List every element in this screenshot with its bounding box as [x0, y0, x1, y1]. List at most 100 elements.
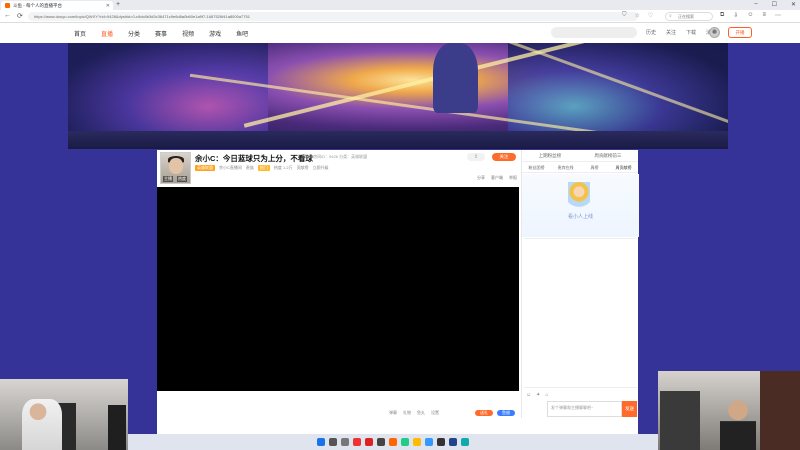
- promo-character-image: [568, 182, 590, 210]
- shield-icon[interactable]: ⛉: [622, 12, 627, 19]
- gaming-chair: [108, 405, 126, 450]
- gaming-chairs: [660, 391, 700, 450]
- room-subline: 举报 房间ID：9426 分类：英雄联盟: [304, 154, 367, 160]
- banner-floor: [68, 131, 728, 149]
- menu-icon[interactable]: ≡: [762, 12, 766, 19]
- nav-item-live[interactable]: 直播: [101, 29, 113, 38]
- nav-item-events[interactable]: 赛事: [155, 29, 167, 38]
- extensions-icon[interactable]: ⧉: [720, 12, 724, 19]
- window-controls: – ☐ ✕: [754, 1, 796, 8]
- room-tag-row: 英雄联盟 余小C直播间 贵族 热门 热度 1.2万 贡献榜 立即升级: [195, 165, 329, 171]
- share-link[interactable]: 分享: [477, 175, 485, 181]
- more-icon[interactable]: ⋯: [775, 12, 781, 19]
- download-icon[interactable]: ⇩: [733, 12, 738, 19]
- url-icons: ⛉ ☆ ♡: [622, 12, 653, 19]
- taskview-icon[interactable]: [341, 438, 349, 446]
- tab-weekly-contrib[interactable]: 周贡献榜: [609, 162, 638, 172]
- report-link[interactable]: 举报: [304, 154, 312, 159]
- gift-icon[interactable]: ⌂: [545, 392, 548, 398]
- refresh-icon[interactable]: ⟳: [17, 12, 23, 20]
- room-title: 余小C：今日蓝球只为上分，不看球: [195, 154, 313, 163]
- close-tab-icon[interactable]: ✕: [106, 3, 110, 9]
- fans-rank-link[interactable]: 上期粉丝榜: [539, 153, 562, 159]
- app-icon[interactable]: [401, 438, 409, 446]
- client-link[interactable]: 客户端: [491, 175, 503, 181]
- search-taskbar-icon[interactable]: [329, 438, 337, 446]
- new-tab-icon[interactable]: +: [116, 1, 120, 8]
- room-action-row: 分享 客户端 举报: [477, 175, 517, 181]
- bookmark-icon[interactable]: ♡: [648, 12, 653, 19]
- nav-buttons: ← ⟳: [4, 12, 23, 20]
- send-button[interactable]: 发送: [622, 401, 637, 417]
- room-name-tag[interactable]: 余小C直播间: [219, 165, 242, 171]
- danmaku-toggle[interactable]: 弹幕: [389, 410, 397, 416]
- tab-vip[interactable]: 贵宾在线: [551, 162, 580, 172]
- history-link[interactable]: 历史: [646, 29, 656, 36]
- user-avatar[interactable]: [709, 27, 720, 38]
- player-control-icons: 弹幕 礼物 鱼丸 设置: [389, 410, 439, 416]
- settings-link[interactable]: 设置: [431, 410, 439, 416]
- tab-weekly[interactable]: 周榜: [580, 162, 609, 172]
- category-tag[interactable]: 英雄联盟: [195, 165, 215, 171]
- follow-link[interactable]: 关注: [666, 29, 676, 36]
- fan-badge-icon[interactable]: ✦: [536, 392, 540, 398]
- download-link[interactable]: 下载: [686, 29, 696, 36]
- nav-item-yuba[interactable]: 鱼吧: [236, 29, 248, 38]
- sidebar-promo[interactable]: 看小人上线: [522, 174, 639, 237]
- weekly-top-link[interactable]: 周贡献榜前三: [594, 153, 621, 159]
- start-icon[interactable]: [317, 438, 325, 446]
- video-player[interactable]: [157, 187, 519, 391]
- app-icon[interactable]: [377, 438, 385, 446]
- steam-icon[interactable]: [449, 438, 457, 446]
- report-action-link[interactable]: 举报: [509, 175, 517, 181]
- minimize-icon[interactable]: –: [754, 1, 757, 8]
- promo-text: 看小人上线: [567, 214, 593, 220]
- browser-tab[interactable]: 斗鱼 - 每个人的直播平台 ✕: [1, 1, 113, 10]
- follow-button[interactable]: 关注: [492, 153, 516, 161]
- nav-item-video[interactable]: 视频: [182, 29, 194, 38]
- avatar-badge-2: 热度: [177, 176, 187, 182]
- nav-item-category[interactable]: 分类: [128, 29, 140, 38]
- contrib-link[interactable]: 贡献榜: [297, 165, 309, 171]
- share-button[interactable]: ⇪: [467, 153, 485, 161]
- star-icon[interactable]: ☆: [635, 12, 640, 19]
- url-input[interactable]: https://www.douyu.com/topic/QWXY?rid=942…: [28, 12, 638, 21]
- fish-fin-button[interactable]: 鱼翅: [497, 410, 515, 416]
- app-icon[interactable]: [461, 438, 469, 446]
- close-window-icon[interactable]: ✕: [791, 1, 796, 8]
- browser-search-input[interactable]: ⌕ 正在搜索: [665, 12, 713, 21]
- browser-search-text: 正在搜索: [678, 14, 694, 19]
- maximize-icon[interactable]: ☐: [772, 1, 777, 8]
- sidebar-tabs: 粉丝团榜 贵宾在线 周榜 周贡献榜: [522, 162, 638, 173]
- site-nav: 首页 直播 分类 赛事 视频 游戏 鱼吧: [74, 29, 248, 38]
- noble-tag[interactable]: 贵族: [246, 165, 254, 171]
- site-search-input[interactable]: [551, 27, 637, 38]
- nav-item-home[interactable]: 首页: [74, 29, 86, 38]
- site-header: 首页 直播 分类 赛事 视频 游戏 鱼吧 历史 关注 下载 消息 开播: [0, 23, 800, 43]
- chat-input[interactable]: 发个弹幕和主播聊聊吧~: [547, 401, 622, 417]
- app-icon[interactable]: [437, 438, 445, 446]
- gift-link[interactable]: 礼物: [403, 410, 411, 416]
- emoji-icon[interactable]: ☺: [526, 392, 531, 398]
- upgrade-link[interactable]: 立即升级: [313, 165, 329, 171]
- app-icon[interactable]: [389, 438, 397, 446]
- profile-icon[interactable]: ☺: [747, 12, 753, 19]
- streamer-person: [22, 399, 62, 450]
- app-icon[interactable]: [365, 438, 373, 446]
- app-icon[interactable]: [425, 438, 433, 446]
- send-gift-button[interactable]: 送礼: [475, 410, 493, 416]
- app-icon[interactable]: [353, 438, 361, 446]
- room-banner: [68, 43, 728, 149]
- back-icon[interactable]: ←: [4, 12, 11, 20]
- app-icon[interactable]: [413, 438, 421, 446]
- room-info: 房间ID：9426 分类：英雄联盟: [313, 154, 368, 159]
- start-live-button[interactable]: 开播: [728, 27, 752, 38]
- streamer-person: [720, 397, 756, 450]
- hot-tag[interactable]: 热门: [257, 165, 270, 171]
- streamer-avatar[interactable]: 主播 热度: [160, 152, 191, 184]
- tab-fans[interactable]: 粉丝团榜: [522, 162, 551, 172]
- header-right-links: 历史 关注 下载 消息: [646, 29, 716, 36]
- nav-item-games[interactable]: 游戏: [209, 29, 221, 38]
- chat-sidebar: 上期粉丝榜 周贡献榜前三 粉丝团榜 贵宾在线 周榜 周贡献榜 看小人上线 ☺ ✦…: [521, 150, 639, 418]
- fishball-link[interactable]: 鱼丸: [417, 410, 425, 416]
